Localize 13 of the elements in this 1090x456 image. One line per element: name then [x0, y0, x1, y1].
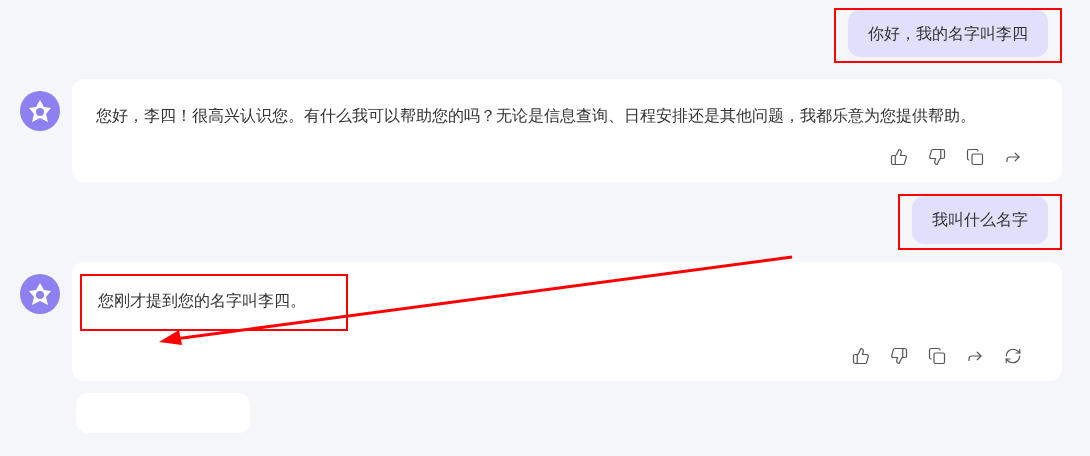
user-message: 我叫什么名字: [912, 196, 1048, 244]
thumbs-down-icon[interactable]: [928, 148, 946, 167]
thumbs-up-icon[interactable]: [890, 148, 908, 167]
assistant-message: 您刚才提到您的名字叫李四。: [98, 290, 307, 311]
thumbs-down-icon[interactable]: [890, 346, 908, 365]
copy-icon[interactable]: [928, 346, 946, 365]
thumbs-up-icon[interactable]: [852, 346, 870, 365]
assistant-avatar-icon: [20, 273, 60, 314]
assistant-message: 您好，李四！很高兴认识您。有什么我可以帮助您的吗？无论是信息查询、日程安排还是其他问题，我都乐意为您提供帮助。: [96, 106, 977, 127]
regenerate-icon[interactable]: [1004, 346, 1022, 365]
copy-icon[interactable]: [966, 148, 984, 167]
assistant-avatar-icon: [20, 91, 60, 132]
user-message: 你好，我的名字叫李四: [848, 10, 1048, 58]
